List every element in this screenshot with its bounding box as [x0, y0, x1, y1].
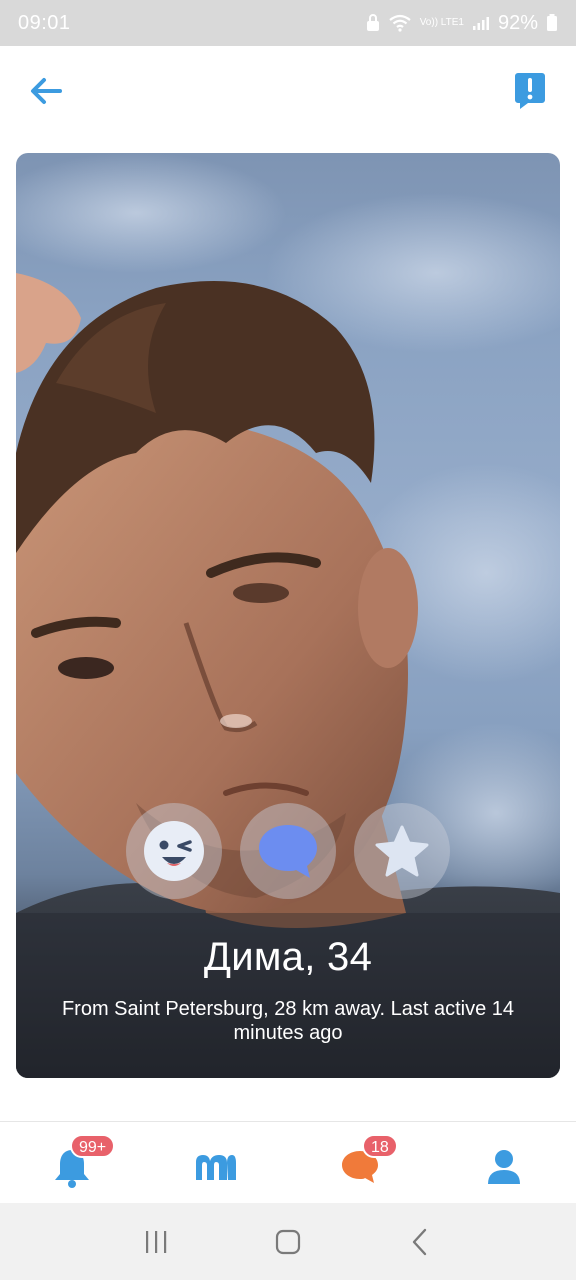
- system-nav: [0, 1203, 576, 1280]
- wink-face-icon: [144, 821, 204, 881]
- network-label: Vo)) LTE1: [419, 17, 464, 28]
- battery-percentage: 92%: [497, 11, 538, 34]
- home-icon: [275, 1229, 301, 1254]
- bottom-nav: 99+ 18: [0, 1121, 576, 1203]
- star-icon: [375, 825, 429, 877]
- home-button[interactable]: [258, 1212, 318, 1272]
- battery-icon: [546, 14, 558, 32]
- profile-card[interactable]: Дима, 34 From Saint Petersburg, 28 km aw…: [16, 153, 560, 1078]
- back-button[interactable]: [22, 67, 70, 115]
- recents-icon: [146, 1230, 167, 1253]
- nav-profile[interactable]: [472, 1136, 536, 1192]
- system-back-button[interactable]: [390, 1212, 450, 1272]
- profile-details: From Saint Petersburg, 28 km away. Last …: [61, 998, 515, 1044]
- signal-icon: [472, 15, 490, 31]
- profile-name-age: Дима, 34: [203, 935, 373, 979]
- m-logo-icon: [196, 1155, 236, 1180]
- status-time: 09:01: [18, 11, 71, 34]
- wifi-icon: [388, 14, 412, 32]
- arrow-left-icon: [31, 78, 62, 104]
- exclamation-bubble-icon: [515, 73, 545, 109]
- nav-messages[interactable]: 18: [330, 1134, 398, 1192]
- report-button[interactable]: [506, 67, 554, 115]
- chat-bubble-icon: [259, 825, 317, 878]
- profile-icon: [488, 1150, 520, 1184]
- status-icons: Vo)) LTE1 92%: [366, 12, 558, 35]
- action-buttons: [16, 803, 560, 899]
- status-bar: 09:01 Vo)) LTE1 92%: [0, 0, 576, 46]
- messages-badge: 18: [362, 1134, 398, 1158]
- notifications-badge: 99+: [70, 1134, 116, 1158]
- header: [0, 46, 576, 136]
- favorite-button[interactable]: [354, 803, 450, 899]
- lock-icon: [366, 14, 380, 32]
- nav-home[interactable]: [184, 1136, 248, 1192]
- message-button[interactable]: [240, 803, 336, 899]
- nav-notifications[interactable]: 99+: [42, 1134, 116, 1192]
- chevron-left-icon: [412, 1228, 427, 1255]
- wink-button[interactable]: [126, 803, 222, 899]
- recents-button[interactable]: [126, 1212, 186, 1272]
